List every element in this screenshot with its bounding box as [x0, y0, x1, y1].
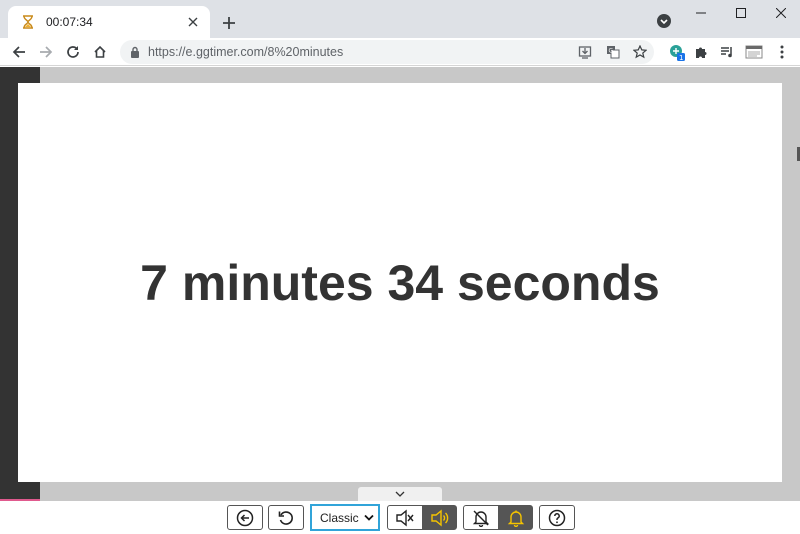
bell-icon	[507, 510, 525, 527]
bookmark-star-icon[interactable]	[631, 43, 649, 61]
reload-icon[interactable]	[62, 41, 84, 63]
maximize-icon[interactable]	[721, 0, 761, 26]
chevron-down-icon	[364, 514, 374, 521]
hourglass-favicon-icon	[20, 14, 36, 30]
alarm-on-button[interactable]	[499, 505, 533, 530]
url-text: https://e.ggtimer.com/8%20minutes	[148, 45, 344, 59]
window-close-icon[interactable]	[761, 0, 800, 26]
collapse-controls-button[interactable]	[358, 487, 442, 501]
extension-badge: 1	[679, 54, 683, 61]
bell-off-icon	[472, 510, 490, 527]
tab-search-icon[interactable]	[656, 13, 672, 29]
tab-close-icon[interactable]	[184, 13, 202, 31]
theme-select-value: Classic	[320, 510, 359, 525]
arrow-left-circle-icon	[236, 509, 254, 526]
timer-page: 7 minutes 34 seconds Classic	[0, 67, 800, 534]
restart-button[interactable]	[268, 505, 304, 530]
media-icon[interactable]	[716, 41, 738, 63]
lock-icon[interactable]	[130, 46, 140, 58]
forward-icon[interactable]	[35, 41, 57, 63]
controls-bar: Classic	[0, 501, 800, 534]
countdown-display: 7 minutes 34 seconds	[140, 254, 660, 311]
help-circle-icon	[548, 509, 566, 526]
address-bar[interactable]: https://e.ggtimer.com/8%20minutes G	[120, 40, 654, 64]
speaker-mute-icon	[396, 509, 414, 526]
svg-text:G: G	[609, 48, 614, 55]
timer-panel: 7 minutes 34 seconds	[18, 83, 782, 482]
profile-icon[interactable]	[743, 41, 765, 63]
restart-icon	[278, 510, 293, 525]
speaker-on-icon	[431, 509, 449, 526]
menu-icon[interactable]	[771, 41, 793, 63]
sound-off-button[interactable]	[387, 505, 423, 530]
install-icon[interactable]	[576, 43, 594, 61]
puzzle-icon[interactable]	[690, 41, 712, 63]
tab-strip: 00:07:34	[0, 0, 800, 38]
new-tab-plus-icon[interactable]	[218, 12, 240, 34]
minimize-icon[interactable]	[681, 0, 721, 26]
help-button[interactable]	[539, 505, 575, 530]
alarm-off-button[interactable]	[463, 505, 499, 530]
translate-icon[interactable]: G	[604, 43, 622, 61]
back-icon[interactable]	[8, 41, 30, 63]
sound-on-button[interactable]	[423, 505, 457, 530]
browser-toolbar: https://e.ggtimer.com/8%20minutes G 1	[0, 38, 800, 66]
theme-select[interactable]: Classic	[310, 504, 380, 531]
back-button[interactable]	[227, 505, 263, 530]
home-icon[interactable]	[89, 41, 111, 63]
chevron-down-icon	[395, 491, 405, 497]
browser-tab[interactable]: 00:07:34	[8, 6, 210, 38]
tab-title: 00:07:34	[46, 15, 93, 29]
extension-icon[interactable]: 1	[666, 41, 688, 63]
